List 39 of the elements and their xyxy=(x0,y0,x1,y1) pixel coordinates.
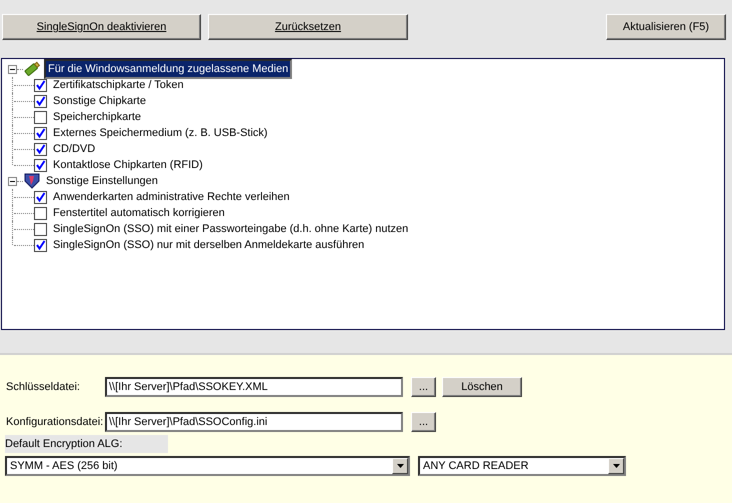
field-label: Schlüsseldatei: xyxy=(5,380,81,392)
browse-button[interactable]: ... xyxy=(411,376,436,396)
option-label: SingleSignOn (SSO) nur mit derselben Anmeldekarte ausführen xyxy=(53,239,364,251)
option-label: Externes Speichermedium (z. B. USB-Stick) xyxy=(53,127,268,139)
option-label: Fenstertitel automatisch korrigieren xyxy=(53,207,225,219)
tree-node[interactable]: Für die Windowsanmeldung zugelassene Medien xyxy=(44,59,292,79)
field-label: Default Encryption ALG: xyxy=(5,435,168,453)
input-field[interactable]: \\[Ihr Server]\Pfad\SSOConfig.ini xyxy=(105,412,403,432)
option-label: Kontaktlose Chipkarten (RFID) xyxy=(53,159,203,171)
checkbox[interactable] xyxy=(34,142,47,156)
checkbox[interactable] xyxy=(34,126,47,140)
checkbox[interactable] xyxy=(34,206,47,220)
option-label: SingleSignOn (SSO) mit einer Passworteingabe (d.h. ohne Karte) nutzen xyxy=(53,223,408,235)
checkbox[interactable] xyxy=(34,222,47,236)
toolbar-button[interactable]: Aktualisieren (F5) xyxy=(606,14,726,40)
browse-button[interactable]: ... xyxy=(411,412,436,432)
checkbox[interactable] xyxy=(34,78,47,92)
option-label: Anwenderkarten administrative Rechte verleihen xyxy=(53,191,290,203)
toolbar-button[interactable]: SingleSignOn deaktivieren xyxy=(2,14,201,40)
reader-dropdown[interactable]: ANY CARD READER xyxy=(418,456,626,476)
tree-node[interactable]: Sonstige Einstellungen xyxy=(44,174,160,188)
input-field[interactable]: \\[Ihr Server]\Pfad\SSOKEY.XML xyxy=(105,376,403,396)
option-label: CD/DVD xyxy=(53,143,96,155)
usb-stick-icon xyxy=(23,61,41,77)
field-label: Konfigurationsdatei: xyxy=(5,416,104,428)
toolbar-button[interactable]: Zurücksetzen xyxy=(208,14,408,40)
checkbox[interactable] xyxy=(34,158,47,172)
encryption-dropdown[interactable]: SYMM - AES (256 bit) xyxy=(5,456,410,476)
shield-icon xyxy=(23,173,41,189)
checkbox[interactable] xyxy=(34,110,47,124)
collapse-icon[interactable] xyxy=(8,64,17,74)
option-label: Sonstige Chipkarte xyxy=(53,95,146,107)
option-label: Speicherchipkarte xyxy=(53,111,142,123)
option-label: Zertifikatschipkarte / Token xyxy=(53,79,184,91)
checkbox[interactable] xyxy=(34,238,47,252)
delete-button[interactable]: Löschen xyxy=(442,376,522,396)
checkbox[interactable] xyxy=(34,94,47,108)
checkbox[interactable] xyxy=(34,190,47,204)
collapse-icon[interactable] xyxy=(8,176,17,186)
